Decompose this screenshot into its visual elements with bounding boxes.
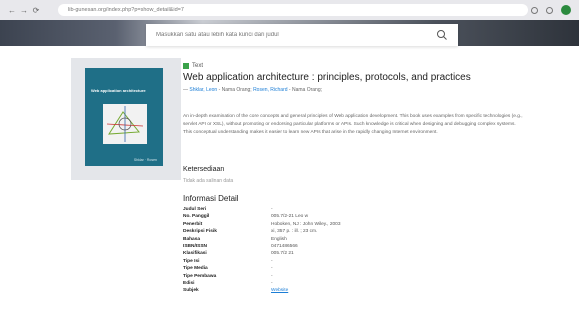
item-title: Web application architecture : principle… — [183, 72, 471, 83]
search-input[interactable] — [146, 24, 426, 46]
detail-label: Tipe Media — [183, 266, 208, 272]
detail-value: - — [271, 273, 273, 279]
detail-label: Klasifikasi — [183, 251, 207, 257]
detail-label: Penerbit — [183, 221, 203, 227]
detail-label: Subjek — [183, 288, 199, 294]
book-cover-image: Web application architecture Shklar · Ro… — [85, 68, 163, 166]
profile-avatar[interactable] — [561, 5, 571, 15]
search-icon[interactable] — [436, 29, 448, 41]
search-bar — [146, 24, 458, 46]
detail-value: xi, 357 p. : ill. ; 23 cm. — [271, 229, 318, 235]
content-type: Text — [183, 63, 203, 69]
detail-value: 0471486566 — [271, 243, 298, 249]
detail-value: - — [271, 207, 273, 212]
reload-icon[interactable]: ⟳ — [30, 6, 42, 15]
url-text: lib-gunesan.org/index.php?p=show_detail&… — [68, 7, 184, 13]
availability-heading: Ketersediaan — [183, 166, 225, 173]
detail-value: - — [271, 266, 273, 272]
browser-extensions — [531, 5, 571, 15]
subject-link[interactable]: Website — [271, 287, 288, 294]
detail-label: Deskripsi Fisik — [183, 229, 217, 235]
detail-value: - — [271, 280, 273, 286]
detail-value: Hoboken, NJ : John Wiley., 2003 — [271, 221, 341, 227]
author-list: — Shklar, Leon - Nama Orang; Rosen, Rich… — [183, 87, 322, 93]
detail-label: Edisi — [183, 280, 195, 286]
book-cover-illustration — [103, 104, 147, 144]
address-bar[interactable]: lib-gunesan.org/index.php?p=show_detail&… — [58, 4, 528, 16]
back-icon[interactable]: ← — [6, 6, 18, 15]
detail-value: - — [271, 258, 273, 264]
menu-icon[interactable] — [546, 6, 553, 14]
extension-icon[interactable] — [531, 6, 538, 14]
detail-label: No. Panggil — [183, 214, 210, 220]
availability-note: Tidak ada salinan data — [183, 178, 234, 184]
detail-value: 005.7/2-21 Leo w — [271, 214, 309, 220]
detail-value: 005.7/2 21 — [271, 251, 294, 257]
detail-label: Judul Seri — [183, 207, 207, 212]
forward-icon[interactable]: → — [18, 6, 30, 15]
detail-label: Tipe Pembawa — [183, 273, 217, 279]
author-role: - Nama Orang; — [287, 87, 322, 93]
author-link-rosen[interactable]: Rosen, Richard — [253, 87, 287, 93]
author-role: - Nama Orang; — [217, 87, 254, 93]
content-type-label: Text — [192, 63, 204, 69]
abstract-text: An in-depth examination of the core conc… — [183, 114, 523, 135]
book-cover-title: Web application architecture — [91, 88, 146, 93]
detail-value: English — [271, 236, 287, 242]
book-cover-author: Shklar · Rosen — [133, 158, 157, 162]
detail-label: Bahasa — [183, 236, 201, 242]
detail-label: Tipe Isi — [183, 258, 200, 264]
author-link-shklar[interactable]: Shklar, Leon — [189, 87, 217, 93]
details-heading: Informasi Detail — [183, 194, 239, 203]
detail-label: ISBN/ISSN — [183, 243, 207, 249]
text-type-icon — [183, 63, 189, 69]
